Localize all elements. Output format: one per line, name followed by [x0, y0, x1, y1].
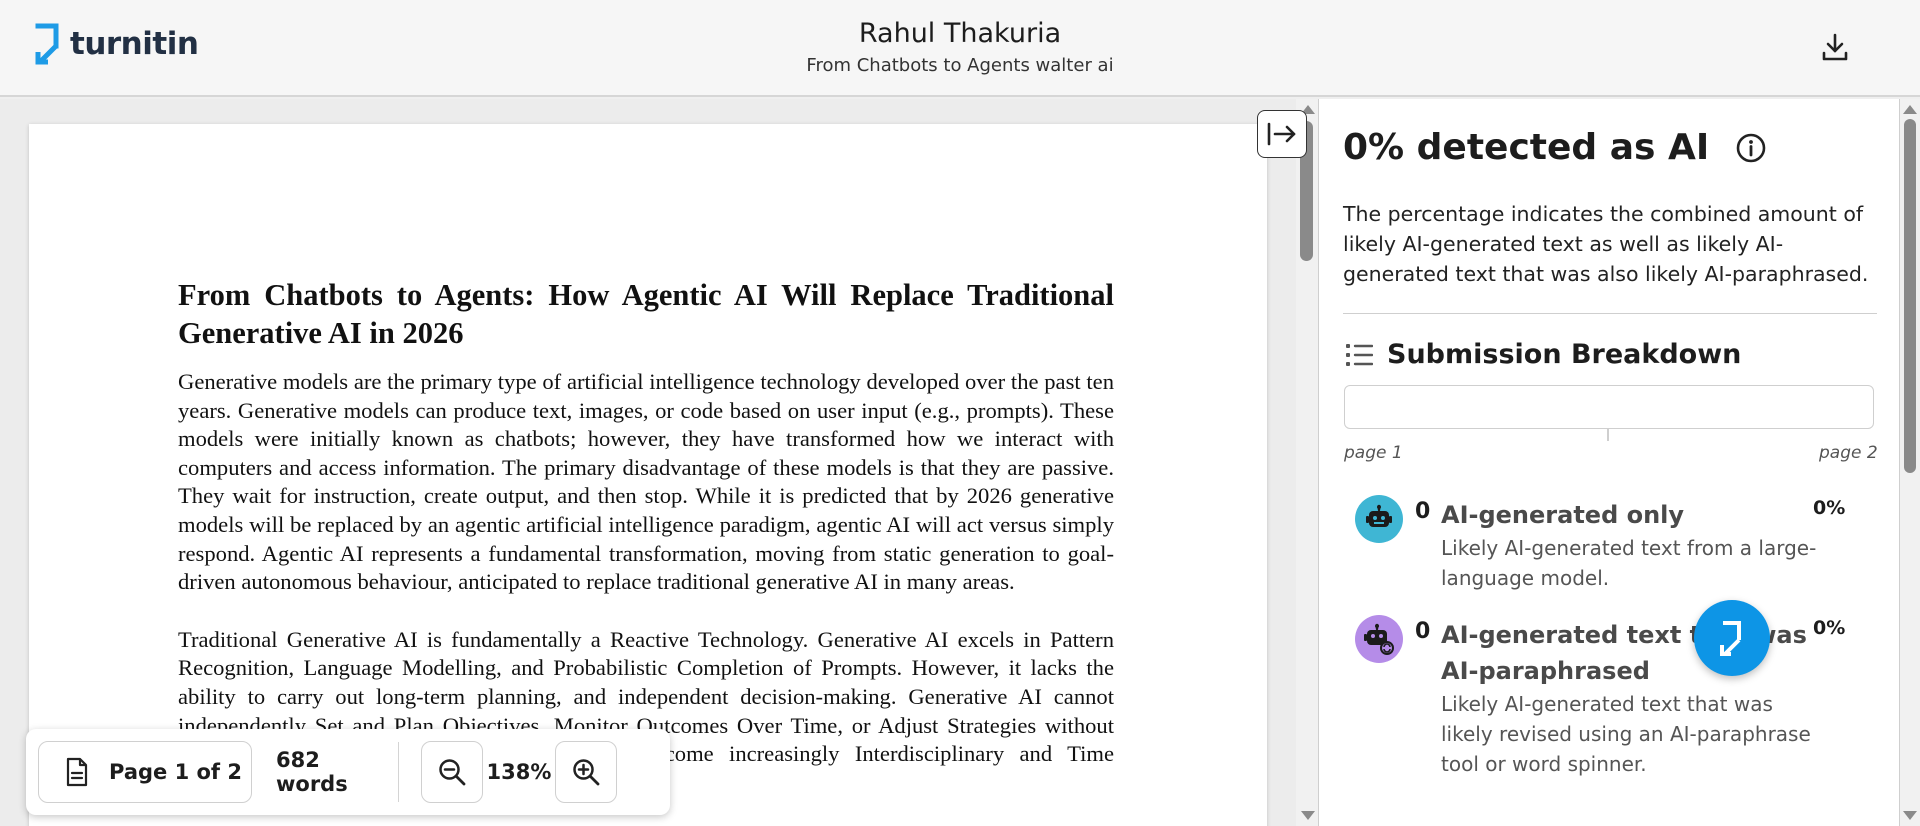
item-description: Likely AI-generated text from a large-la… [1441, 536, 1817, 590]
toolbar-divider [398, 742, 399, 802]
scroll-up-arrow[interactable] [1903, 105, 1917, 114]
submission-breakdown-heading: Submission Breakdown [1345, 339, 1741, 370]
breakdown-title: Submission Breakdown [1387, 339, 1742, 370]
detection-description: The percentage indicates the combined am… [1343, 202, 1869, 286]
item-count: 0 [1415, 619, 1431, 644]
document-scrollbar[interactable] [1296, 99, 1318, 826]
page-end-label: page 2 [1819, 443, 1878, 463]
document-paragraph: Generative models are the primary type o… [178, 369, 1114, 595]
ai-paraphrased-item[interactable]: 0 AI-generated text that was AI-paraphra… [1355, 615, 1875, 785]
zoom-in-icon [573, 759, 600, 786]
item-percent: 0% [1813, 617, 1846, 639]
scroll-down-arrow[interactable] [1903, 811, 1917, 820]
scroll-down-arrow[interactable] [1301, 811, 1315, 820]
breakdown-bar[interactable] [1344, 385, 1874, 429]
scrollbar-thumb[interactable] [1904, 119, 1916, 473]
list-icon [1346, 343, 1373, 366]
document-page: From Chatbots to Agents: How Agentic AI … [29, 124, 1267, 826]
document-viewer[interactable]: From Chatbots to Agents: How Agentic AI … [0, 99, 1318, 826]
turnitin-help-button[interactable] [1694, 600, 1770, 676]
robot-paraphrase-icon [1355, 615, 1403, 663]
zoom-out-icon [439, 759, 466, 786]
robot-icon [1355, 495, 1403, 543]
author-name: Rahul Thakuria [858, 18, 1062, 49]
zoom-level: 138% [486, 760, 552, 784]
zoom-out-button[interactable] [421, 741, 483, 803]
item-title: AI-generated only [1441, 501, 1685, 529]
item-count: 0 [1415, 499, 1431, 524]
detection-score: 0% detected as AI [1343, 127, 1710, 168]
page-divider-tick [1607, 429, 1609, 441]
zoom-in-button[interactable] [555, 741, 617, 803]
panel-scrollbar[interactable] [1900, 99, 1920, 826]
collapse-panel-button[interactable] [1257, 110, 1307, 158]
page-indicator: Page 1 of 2 [109, 760, 242, 784]
page-start-label: page 1 [1344, 443, 1403, 463]
document-title: From Chatbots to Agents walter ai [806, 55, 1114, 76]
collapse-arrow-icon [1267, 122, 1296, 146]
word-count: 682 words [276, 748, 348, 796]
page-navigation-button[interactable]: Page 1 of 2 [38, 741, 252, 803]
turnitin-logo-icon [1720, 621, 1741, 656]
viewer-toolbar: Page 1 of 2 682 words 138% [26, 729, 670, 815]
ai-detection-panel: 0% detected as AI The percentage indicat… [1318, 99, 1920, 826]
panel-divider [1343, 313, 1877, 314]
download-icon [1822, 33, 1848, 61]
document-icon [66, 757, 88, 787]
header-info: Rahul Thakuria From Chatbots to Agents w… [0, 18, 1920, 76]
document-heading: From Chatbots to Agents: How Agentic AI … [178, 278, 1114, 350]
panel-content: 0% detected as AI The percentage indicat… [1318, 99, 1900, 826]
info-icon[interactable] [1735, 132, 1767, 164]
item-description: Likely AI-generated text that was likely… [1441, 692, 1811, 776]
item-percent: 0% [1813, 497, 1846, 519]
detection-score-heading: 0% detected as AI [1343, 127, 1767, 168]
ai-generated-only-item[interactable]: 0 AI-generated only 0% Likely AI-generat… [1355, 495, 1875, 595]
app-header: turnitin Rahul Thakuria From Chatbots to… [0, 0, 1920, 97]
download-button[interactable] [1818, 30, 1852, 64]
